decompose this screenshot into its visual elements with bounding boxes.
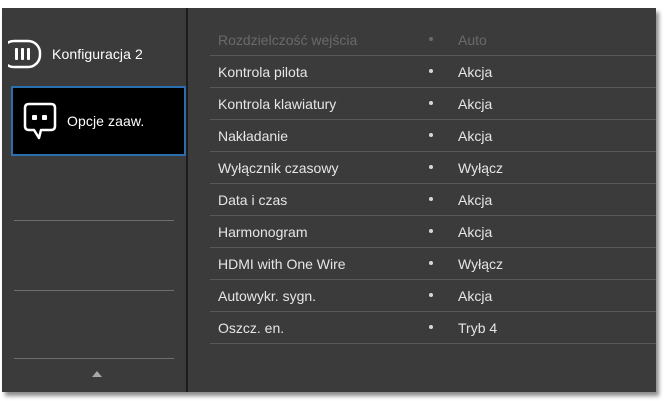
setting-value: Wyłącz <box>458 160 503 176</box>
bullet-icon <box>429 165 433 169</box>
setting-value: Akcja <box>458 128 493 144</box>
setting-row-keypad-control[interactable]: Kontrola klawiatury Akcja <box>188 88 656 120</box>
bullet-icon <box>429 69 433 73</box>
setting-value: Auto <box>458 32 487 48</box>
sidebar-item-configuration-2[interactable]: Konfiguracja 2 <box>2 30 186 78</box>
setting-value: Akcja <box>458 192 493 208</box>
bullet-icon <box>429 261 433 265</box>
sidebar-item-label: Konfiguracja 2 <box>52 46 143 62</box>
sidebar-divider <box>14 220 174 221</box>
setting-label: Wyłącznik czasowy <box>218 160 339 176</box>
up-arrow-icon[interactable] <box>92 371 102 377</box>
setting-value: Akcja <box>458 96 493 112</box>
config-icon <box>8 39 42 69</box>
setting-row-input-resolution: Rozdzielczość wejścia Auto <box>188 24 656 56</box>
bullet-icon <box>429 325 433 329</box>
row-divider <box>210 343 656 344</box>
bullet-icon <box>429 197 433 201</box>
setting-label: Autowykr. sygn. <box>218 288 317 304</box>
setting-row-schedule[interactable]: Harmonogram Akcja <box>188 216 656 248</box>
osd-menu: Konfiguracja 2 Opcje zaaw. Rozdzielczość… <box>2 8 656 392</box>
setting-label: HDMI with One Wire <box>218 256 346 272</box>
setting-value: Akcja <box>458 288 493 304</box>
setting-label: Kontrola pilota <box>218 64 308 80</box>
setting-row-tiling[interactable]: Nakładanie Akcja <box>188 120 656 152</box>
sidebar-item-label: Opcje zaaw. <box>67 113 145 129</box>
setting-label: Rozdzielczość wejścia <box>218 32 358 48</box>
settings-list: Rozdzielczość wejścia Auto Kontrola pilo… <box>188 8 656 392</box>
setting-label: Data i czas <box>218 192 288 208</box>
setting-value: Tryb 4 <box>458 320 498 336</box>
bullet-icon <box>429 101 433 105</box>
sidebar-divider <box>14 290 174 291</box>
setting-value: Wyłącz <box>458 256 503 272</box>
setting-row-remote-control[interactable]: Kontrola pilota Akcja <box>188 56 656 88</box>
setting-row-date-and-time[interactable]: Data i czas Akcja <box>188 184 656 216</box>
setting-label: Kontrola klawiatury <box>218 96 337 112</box>
setting-label: Oszcz. en. <box>218 320 285 336</box>
bullet-icon <box>429 293 433 297</box>
setting-row-hdmi-one-wire[interactable]: HDMI with One Wire Wyłącz <box>188 248 656 280</box>
setting-label: Nakładanie <box>218 128 289 144</box>
setting-row-auto-signal-detection[interactable]: Autowykr. sygn. Akcja <box>188 280 656 312</box>
setting-row-off-timer[interactable]: Wyłącznik czasowy Wyłącz <box>188 152 656 184</box>
bullet-icon <box>429 229 433 233</box>
setting-label: Harmonogram <box>218 224 308 240</box>
bullet-icon <box>429 37 433 41</box>
setting-value: Akcja <box>458 224 493 240</box>
sidebar-item-advanced-options[interactable]: Opcje zaaw. <box>11 86 186 156</box>
setting-row-power-save[interactable]: Oszcz. en. Tryb 4 <box>188 312 656 344</box>
chat-icon <box>23 102 57 140</box>
sidebar: Konfiguracja 2 Opcje zaaw. <box>2 8 186 392</box>
setting-value: Akcja <box>458 64 493 80</box>
sidebar-divider <box>14 358 174 359</box>
bullet-icon <box>429 133 433 137</box>
